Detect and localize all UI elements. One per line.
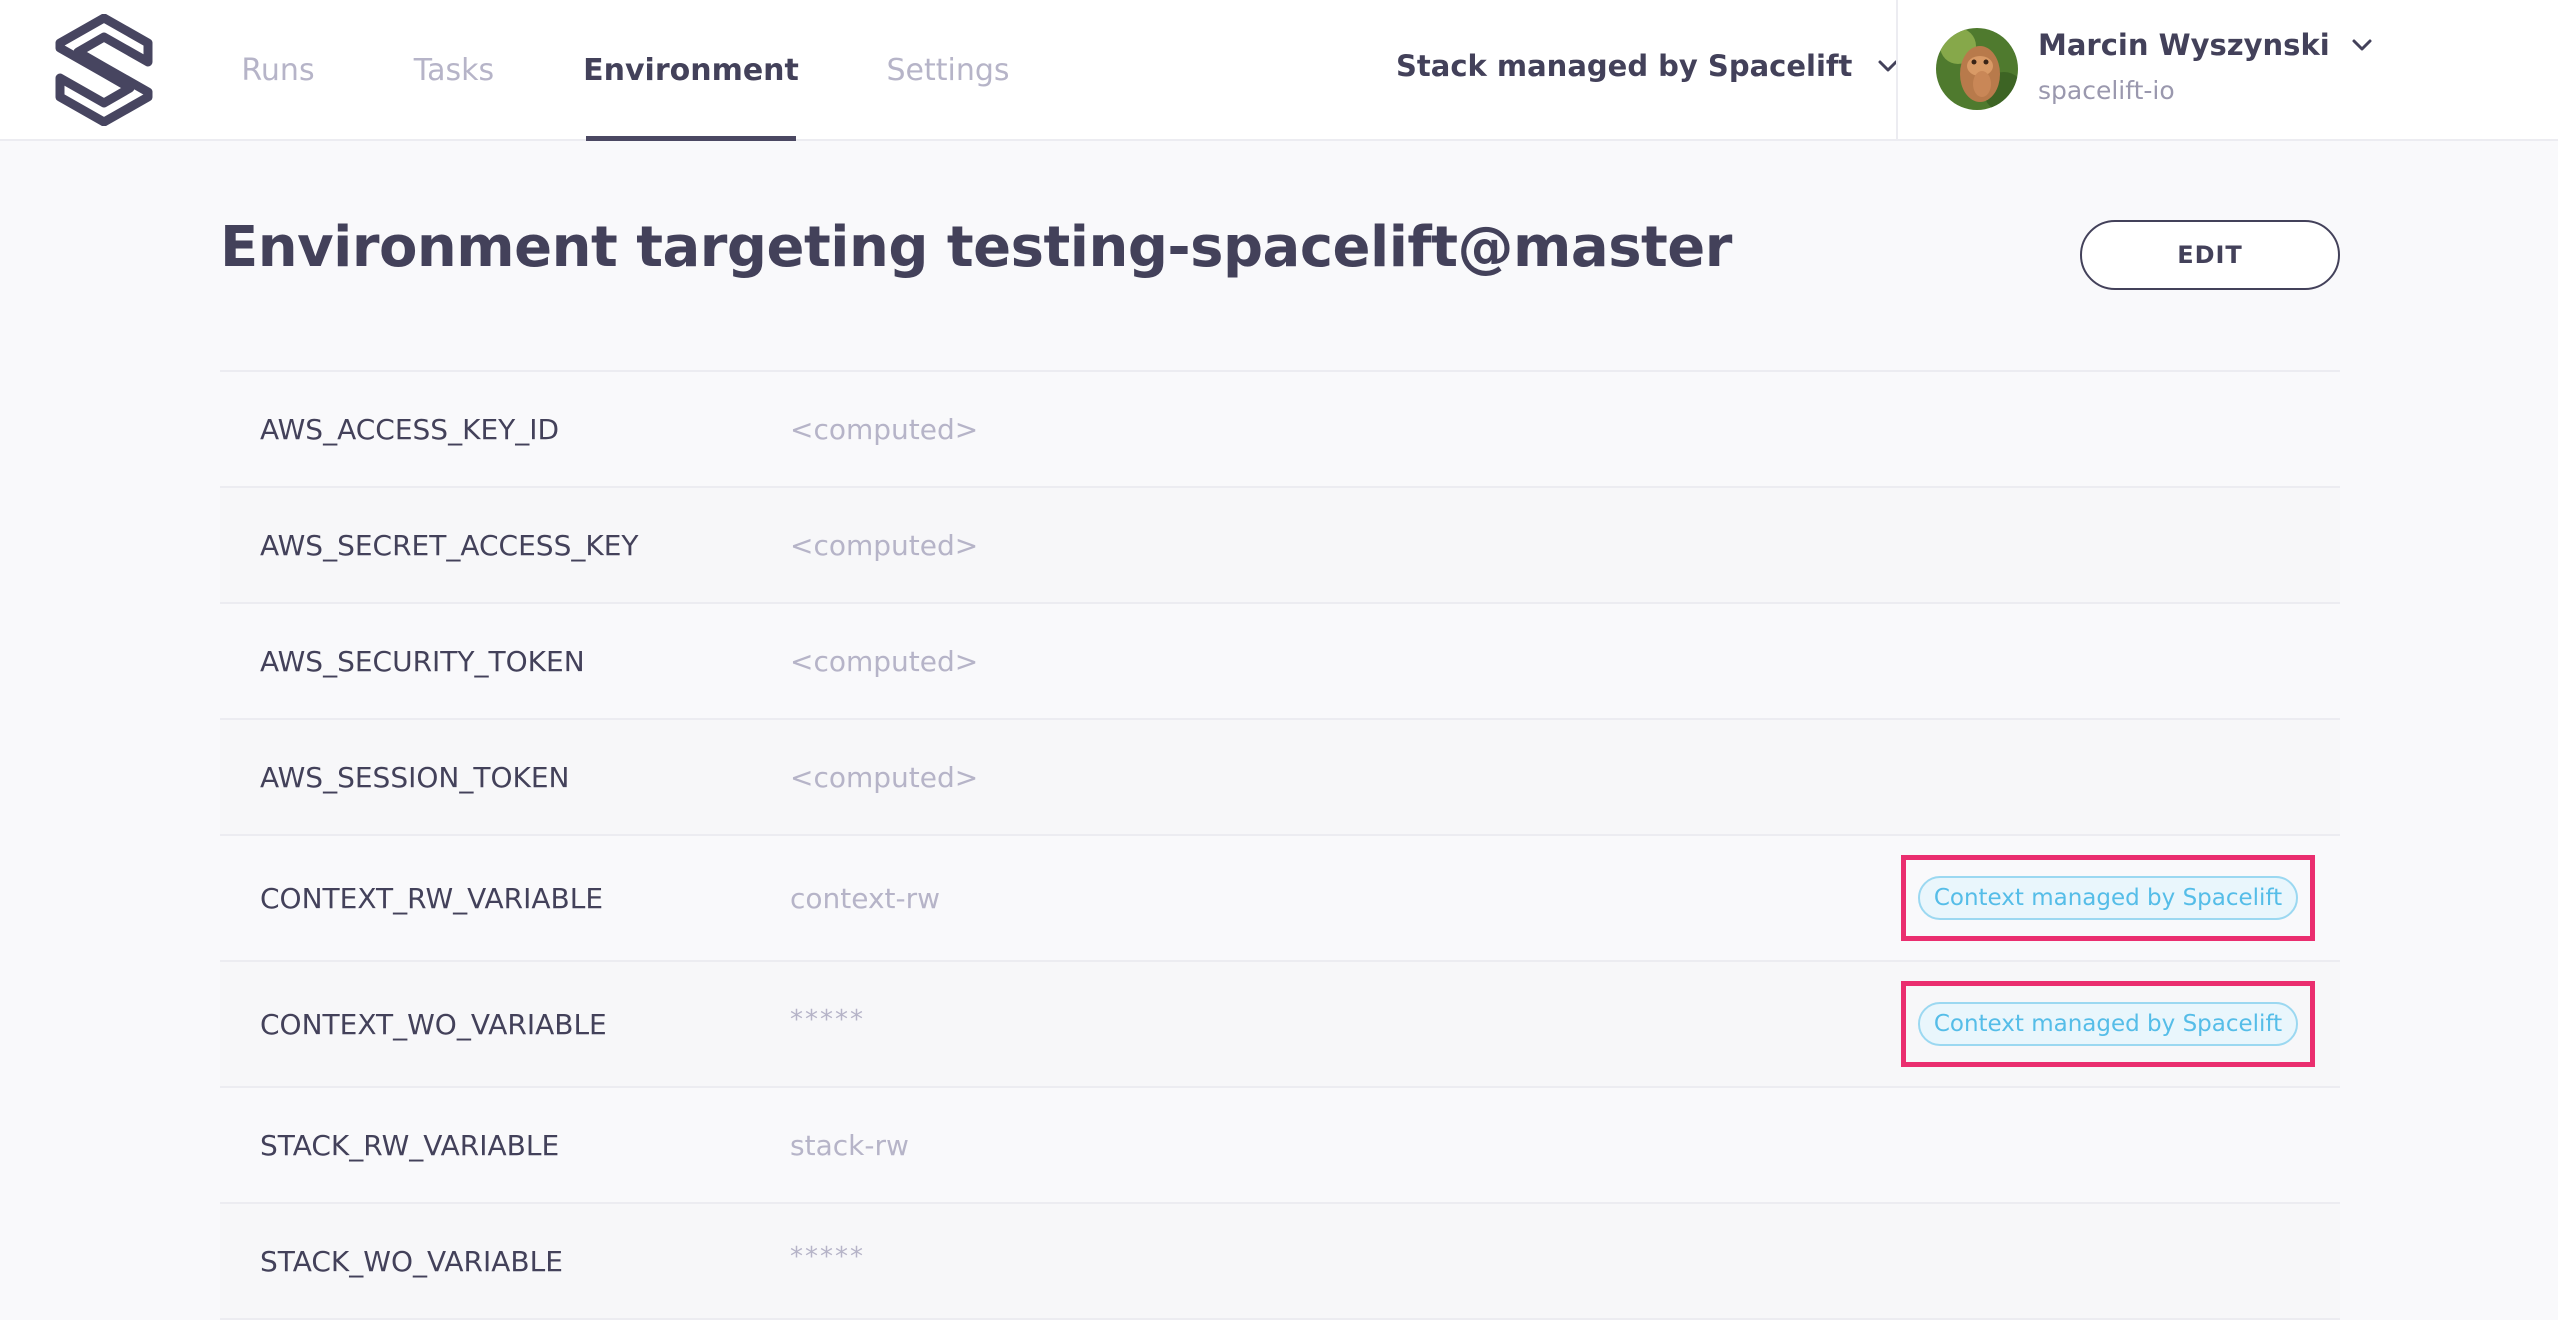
tab-environment-label: Environment	[583, 53, 799, 88]
page-title: Environment targeting testing-spacelift@…	[220, 215, 1732, 280]
variable-value: stack-rw	[790, 1128, 909, 1162]
variable-value: *****	[790, 1005, 865, 1035]
tab-runs-label: Runs	[241, 53, 315, 88]
tab-runs[interactable]: Runs	[225, 0, 331, 141]
context-badge[interactable]: Context managed by Spacelift	[1918, 876, 2298, 920]
table-row: CONTEXT_RW_VARIABLE context-rw Context m…	[220, 836, 2340, 962]
stack-selector-label: Stack managed by Spacelift	[1396, 49, 1853, 83]
variable-value: <computed>	[790, 644, 979, 678]
variable-name: CONTEXT_WO_VARIABLE	[260, 1007, 607, 1041]
edit-button[interactable]: EDIT	[2080, 220, 2340, 290]
highlight-frame: Context managed by Spacelift	[1901, 981, 2315, 1067]
variable-name: STACK_RW_VARIABLE	[260, 1128, 560, 1162]
table-row: STACK_WO_VARIABLE *****	[220, 1204, 2340, 1320]
active-tab-indicator	[586, 136, 796, 141]
header-divider	[1896, 0, 1898, 141]
spacelift-logo-icon[interactable]	[54, 14, 154, 126]
environment-table: AWS_ACCESS_KEY_ID <computed> AWS_SECRET_…	[220, 370, 2340, 1320]
avatar-image-icon	[1936, 28, 2018, 110]
context-badge-label: Context managed by Spacelift	[1933, 1011, 2283, 1037]
tab-settings-label: Settings	[886, 53, 1010, 88]
user-menu[interactable]: Marcin Wyszynski	[2038, 28, 2376, 62]
highlight-frame: Context managed by Spacelift	[1901, 855, 2315, 941]
variable-name: AWS_SECURITY_TOKEN	[260, 644, 585, 678]
table-row: AWS_SECRET_ACCESS_KEY <computed>	[220, 488, 2340, 604]
variable-value: <computed>	[790, 760, 979, 794]
variable-name: AWS_SESSION_TOKEN	[260, 760, 570, 794]
table-row: AWS_ACCESS_KEY_ID <computed>	[220, 372, 2340, 488]
tab-tasks-label: Tasks	[413, 53, 495, 88]
variable-value: <computed>	[790, 528, 979, 562]
top-header: Runs Tasks Environment Settings Stack ma…	[0, 0, 2558, 141]
user-name: Marcin Wyszynski	[2038, 28, 2330, 62]
chevron-down-icon	[2352, 39, 2372, 51]
tab-settings[interactable]: Settings	[870, 0, 1026, 141]
variable-name: CONTEXT_RW_VARIABLE	[260, 881, 604, 915]
stack-selector[interactable]: Stack managed by Spacelift	[1396, 42, 1902, 90]
tab-environment[interactable]: Environment	[583, 0, 799, 141]
context-badge-label: Context managed by Spacelift	[1933, 885, 2283, 911]
variable-name: AWS_SECRET_ACCESS_KEY	[260, 528, 639, 562]
chevron-down-icon	[1878, 60, 1898, 72]
table-row: AWS_SECURITY_TOKEN <computed>	[220, 604, 2340, 720]
table-row: STACK_RW_VARIABLE stack-rw	[220, 1088, 2340, 1204]
variable-value: context-rw	[790, 881, 941, 915]
variable-name: AWS_ACCESS_KEY_ID	[260, 412, 560, 446]
variable-name: STACK_WO_VARIABLE	[260, 1244, 563, 1278]
context-badge[interactable]: Context managed by Spacelift	[1918, 1002, 2298, 1046]
table-row: AWS_SESSION_TOKEN <computed>	[220, 720, 2340, 836]
edit-button-label: EDIT	[2177, 241, 2243, 269]
variable-value: <computed>	[790, 412, 979, 446]
table-row: CONTEXT_WO_VARIABLE ***** Context manage…	[220, 962, 2340, 1088]
user-org: spacelift-io	[2038, 76, 2175, 105]
tab-tasks[interactable]: Tasks	[396, 0, 512, 141]
variable-value: *****	[790, 1242, 865, 1272]
avatar[interactable]	[1936, 28, 2018, 110]
